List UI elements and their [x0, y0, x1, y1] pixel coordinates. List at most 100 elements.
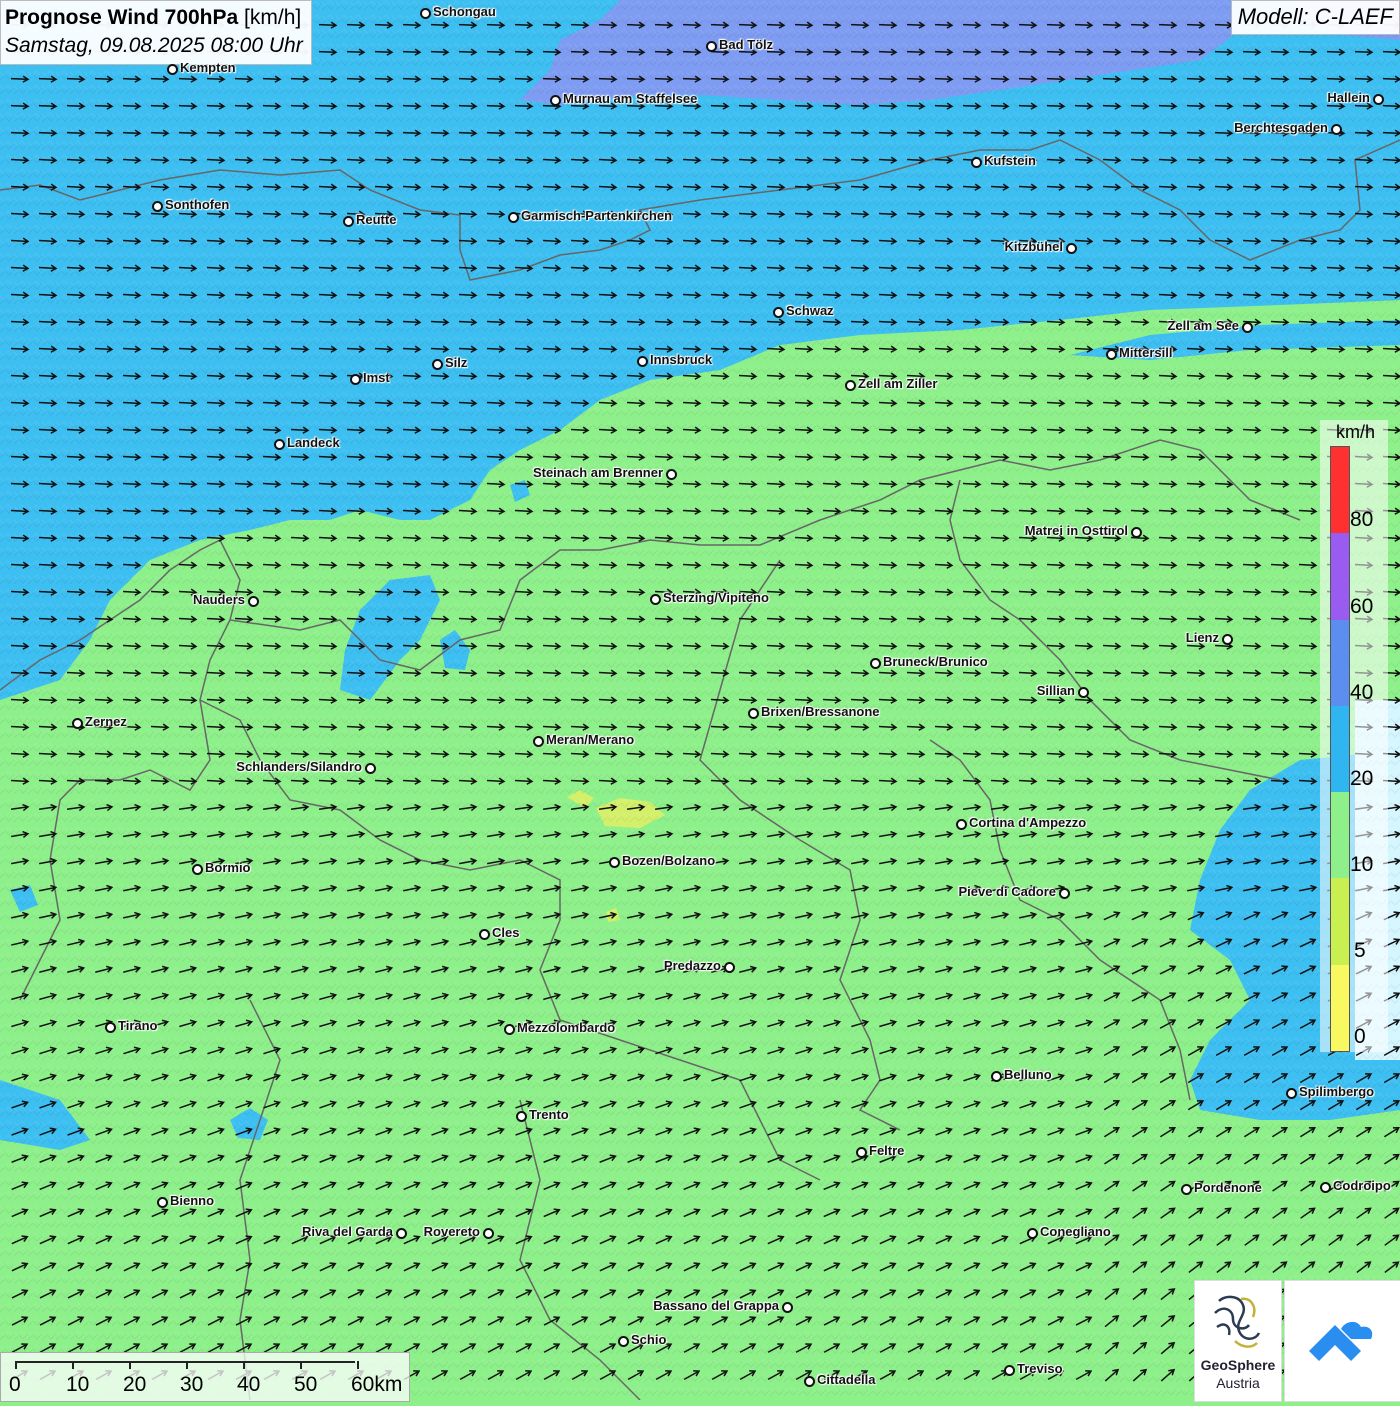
- legend-tick-label: 60: [1350, 595, 1374, 618]
- city-marker-icon[interactable]: [152, 201, 163, 212]
- city-marker-icon[interactable]: [706, 41, 717, 52]
- city-marker-icon[interactable]: [748, 708, 759, 719]
- city-marker-icon[interactable]: [1078, 687, 1089, 698]
- model-label: Modell: C-LAEF: [1230, 0, 1400, 35]
- city-label: Schlanders/Silandro: [236, 759, 362, 774]
- city-marker-icon[interactable]: [1059, 888, 1070, 899]
- city-marker-icon[interactable]: [274, 439, 285, 450]
- city-label: Predazzo: [663, 958, 721, 973]
- city-label: Bormio: [205, 860, 251, 875]
- legend-color-swatch: [1331, 964, 1349, 1051]
- city-label: Sterzing/Vipiteno: [663, 590, 769, 605]
- scale-tick: [72, 1361, 74, 1369]
- geosphere-logo[interactable]: GeoSphere Austria: [1194, 1280, 1282, 1402]
- city-marker-icon[interactable]: [1242, 322, 1253, 333]
- city-label: Kitzbühel: [1004, 239, 1064, 254]
- city-label: Pordenone: [1194, 1180, 1262, 1195]
- city-label: Schio: [631, 1332, 667, 1347]
- city-label: Silz: [445, 355, 468, 370]
- city-label: Nauders: [192, 592, 245, 607]
- city-label: Brixen/Bressanone: [761, 704, 880, 719]
- city-marker-icon[interactable]: [845, 380, 856, 391]
- city-label: Innsbruck: [650, 352, 713, 367]
- city-marker-icon[interactable]: [516, 1111, 527, 1122]
- city-marker-icon[interactable]: [1004, 1365, 1015, 1376]
- city-label: Trento: [529, 1107, 569, 1122]
- city-marker-icon[interactable]: [991, 1071, 1002, 1082]
- city-marker-icon[interactable]: [533, 736, 544, 747]
- legend-tick-label: 80: [1350, 508, 1374, 531]
- city-marker-icon[interactable]: [365, 763, 376, 774]
- city-marker-icon[interactable]: [483, 1228, 494, 1239]
- city-marker-icon[interactable]: [432, 359, 443, 370]
- city-label: Cles: [492, 925, 520, 940]
- legend-color-swatch: [1331, 705, 1349, 793]
- city-marker-icon[interactable]: [1331, 124, 1342, 135]
- city-marker-icon[interactable]: [666, 469, 677, 480]
- city-marker-icon[interactable]: [1131, 527, 1142, 538]
- city-marker-icon[interactable]: [870, 658, 881, 669]
- legend: km/h 80 60 40 20 10 5 0: [1320, 420, 1390, 1060]
- city-marker-icon[interactable]: [72, 718, 83, 729]
- city-label: Tirano: [118, 1018, 158, 1033]
- city-marker-icon[interactable]: [550, 95, 561, 106]
- city-marker-icon[interactable]: [192, 864, 203, 875]
- city-marker-icon[interactable]: [167, 64, 178, 75]
- city-marker-icon[interactable]: [1222, 634, 1233, 645]
- city-marker-icon[interactable]: [248, 596, 259, 607]
- city-marker-icon[interactable]: [724, 962, 735, 973]
- city-label: Rovereto: [423, 1224, 480, 1239]
- city-marker-icon[interactable]: [1066, 243, 1077, 254]
- map-title-box: Prognose Wind 700hPa [km/h] Samstag, 09.…: [0, 0, 312, 65]
- city-label: Garmisch-Partenkirchen: [521, 208, 673, 223]
- scale-tick: [243, 1361, 245, 1369]
- city-label: Imst: [363, 370, 390, 385]
- city-marker-icon[interactable]: [1027, 1228, 1038, 1239]
- city-marker-icon[interactable]: [782, 1302, 793, 1313]
- legend-color-swatch: [1331, 533, 1349, 620]
- city-label: Zernez: [85, 714, 127, 729]
- city-marker-icon[interactable]: [773, 307, 784, 318]
- city-marker-icon[interactable]: [1373, 94, 1384, 105]
- forecast-datetime: Samstag, 09.08.2025 08:00 Uhr: [5, 34, 303, 57]
- legend-color-swatch: [1331, 619, 1349, 706]
- city-marker-icon[interactable]: [618, 1336, 629, 1347]
- city-label: Matrei in Osttirol: [1024, 523, 1128, 538]
- city-marker-icon[interactable]: [956, 819, 967, 830]
- city-marker-icon[interactable]: [637, 356, 648, 367]
- city-marker-icon[interactable]: [504, 1024, 515, 1035]
- city-marker-icon[interactable]: [396, 1228, 407, 1239]
- city-marker-icon[interactable]: [479, 929, 490, 940]
- geosphere-logo-subtext: Austria: [1216, 1375, 1260, 1391]
- legend-tick-label: 5: [1354, 939, 1366, 962]
- city-marker-icon[interactable]: [856, 1147, 867, 1158]
- city-label: Riva del Garda: [301, 1224, 393, 1239]
- city-label: Bruneck/Brunico: [883, 654, 988, 669]
- city-label: Kempten: [180, 60, 236, 75]
- city-marker-icon[interactable]: [971, 157, 982, 168]
- app-logo[interactable]: [1284, 1280, 1400, 1402]
- city-marker-icon[interactable]: [343, 216, 354, 227]
- legend-color-swatch: [1331, 792, 1349, 879]
- legend-color-swatch: [1331, 878, 1349, 965]
- city-marker-icon[interactable]: [420, 8, 431, 19]
- city-marker-icon[interactable]: [1320, 1182, 1331, 1193]
- city-label: Codroipo: [1333, 1178, 1391, 1193]
- city-marker-icon[interactable]: [1286, 1088, 1297, 1099]
- scale-label: 30: [180, 1373, 204, 1396]
- city-marker-icon[interactable]: [609, 857, 620, 868]
- city-label: Berchtesgaden: [1234, 120, 1328, 135]
- scale-label: 10: [66, 1373, 90, 1396]
- city-marker-icon[interactable]: [1181, 1184, 1192, 1195]
- city-marker-icon[interactable]: [1106, 349, 1117, 360]
- city-marker-icon[interactable]: [508, 212, 519, 223]
- city-label: Meran/Merano: [546, 732, 635, 747]
- city-marker-icon[interactable]: [105, 1022, 116, 1033]
- city-marker-icon[interactable]: [804, 1376, 815, 1387]
- city-marker-icon[interactable]: [157, 1197, 168, 1208]
- city-label: Pieve di Cadore: [958, 884, 1056, 899]
- city-label: Schwaz: [786, 303, 834, 318]
- city-marker-icon[interactable]: [350, 374, 361, 385]
- scale-tick: [186, 1361, 188, 1369]
- city-marker-icon[interactable]: [650, 594, 661, 605]
